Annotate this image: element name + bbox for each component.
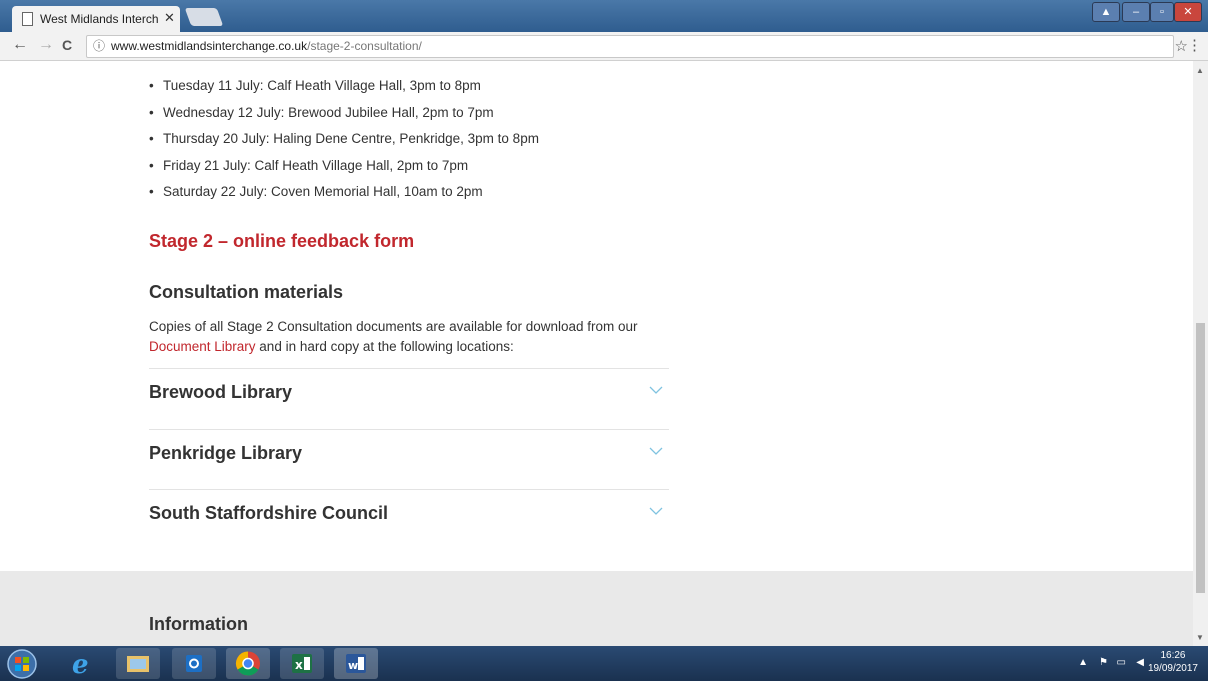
browser-menu-icon[interactable]: ⋮ (1187, 36, 1202, 54)
list-item: Saturday 22 July: Coven Memorial Hall, 1… (149, 179, 539, 206)
maximize-button[interactable]: ▫ (1150, 2, 1174, 22)
clock[interactable]: 16:26 19/09/2017 (1148, 649, 1198, 675)
outlook-icon[interactable] (172, 648, 216, 679)
volume-icon[interactable]: ◀ (1136, 657, 1144, 668)
list-item: Friday 21 July: Calf Heath Village Hall,… (149, 153, 539, 180)
accordion-title: South Staffordshire Council (149, 503, 389, 523)
document-library-link[interactable]: Document Library (149, 339, 256, 354)
browser-tab[interactable]: West Midlands Interchan ✕ (12, 6, 180, 32)
info-icon[interactable]: ⓘ (93, 36, 105, 57)
show-hidden-icons-icon[interactable]: ▲ (1078, 657, 1088, 668)
scroll-thumb[interactable] (1196, 323, 1205, 593)
network-icon[interactable]: ▭ (1117, 657, 1126, 668)
word-icon[interactable]: w (334, 648, 378, 679)
browser-title-bar: West Midlands Interchan ✕ ▲ – ▫ ✕ (0, 0, 1208, 32)
event-list: Tuesday 11 July: Calf Heath Village Hall… (149, 73, 539, 206)
consultation-materials-heading: Consultation materials (149, 282, 344, 302)
clock-date: 19/09/2017 (1147, 663, 1198, 674)
windows-logo-icon (7, 649, 37, 679)
chevron-down-icon[interactable] (649, 504, 663, 518)
materials-text-after: and in hard copy at the following locati… (255, 339, 514, 354)
flag-icon[interactable]: ⚑ (1099, 657, 1108, 668)
page-content: Tuesday 11 July: Calf Heath Village Hall… (0, 61, 1193, 646)
excel-icon[interactable]: x (280, 648, 324, 679)
internet-explorer-icon[interactable]: e (62, 648, 102, 680)
new-tab-button[interactable] (184, 8, 224, 26)
list-item: Wednesday 12 July: Brewood Jubilee Hall,… (149, 100, 539, 127)
back-button[interactable]: ← (12, 36, 28, 54)
close-window-button[interactable]: ✕ (1174, 2, 1202, 22)
chevron-down-icon[interactable] (649, 383, 663, 397)
reload-button[interactable]: C (62, 37, 72, 53)
address-bar[interactable]: ⓘ www.westmidlandsinterchange.co.uk/stag… (86, 35, 1174, 58)
materials-text-before: Copies of all Stage 2 Consultation docum… (149, 319, 638, 334)
accordion-title: Penkridge Library (149, 443, 303, 463)
minimize-button[interactable]: – (1122, 2, 1150, 22)
stage2-feedback-heading[interactable]: Stage 2 – online feedback form (149, 231, 414, 252)
svg-text:x: x (295, 658, 303, 672)
clock-time: 16:26 (1160, 650, 1186, 661)
chevron-down-icon[interactable] (649, 444, 663, 458)
url-path: /stage-2-consultation/ (307, 39, 422, 53)
accordion-title: Brewood Library (149, 382, 293, 402)
chrome-icon[interactable] (226, 648, 270, 679)
svg-text:e: e (72, 650, 89, 679)
browser-toolbar: ← → C ⓘ www.westmidlandsinterchange.co.u… (0, 32, 1208, 61)
url-host: www.westmidlandsinterchange.co.uk (111, 39, 308, 53)
url-text: www.westmidlandsinterchange.co.uk/stage-… (111, 36, 422, 57)
accordion-brewood-library[interactable]: Brewood Library (149, 368, 669, 429)
windows-taskbar: e x w ▲ ⚑ ▭ ◀ 16:26 19/09/2017 (0, 646, 1208, 681)
start-button[interactable] (6, 648, 44, 679)
accordion-south-staffordshire-council[interactable]: South Staffordshire Council (149, 489, 669, 550)
scroll-up-arrow-icon[interactable]: ▲ (1196, 66, 1204, 75)
tab-title: West Midlands Interchan (40, 12, 158, 26)
forward-button[interactable]: → (38, 36, 54, 54)
accordion-penkridge-library[interactable]: Penkridge Library (149, 429, 669, 490)
user-icon[interactable]: ▲ (1092, 2, 1120, 22)
bookmark-star-icon[interactable]: ☆ (1175, 37, 1188, 55)
materials-paragraph: Copies of all Stage 2 Consultation docum… (149, 317, 669, 357)
information-heading: Information (149, 614, 248, 634)
file-explorer-icon[interactable] (116, 648, 160, 679)
list-item: Tuesday 11 July: Calf Heath Village Hall… (149, 73, 539, 100)
page-icon (22, 12, 33, 26)
svg-text:w: w (348, 659, 358, 672)
information-section: Information (0, 571, 1193, 646)
vertical-scrollbar[interactable]: ▲ ▼ (1193, 61, 1208, 646)
tab-close-button[interactable]: ✕ (164, 10, 175, 26)
list-item: Thursday 20 July: Haling Dene Centre, Pe… (149, 126, 539, 153)
window-controls: ▲ – ▫ ✕ (1092, 2, 1202, 22)
scroll-down-arrow-icon[interactable]: ▼ (1196, 633, 1204, 642)
